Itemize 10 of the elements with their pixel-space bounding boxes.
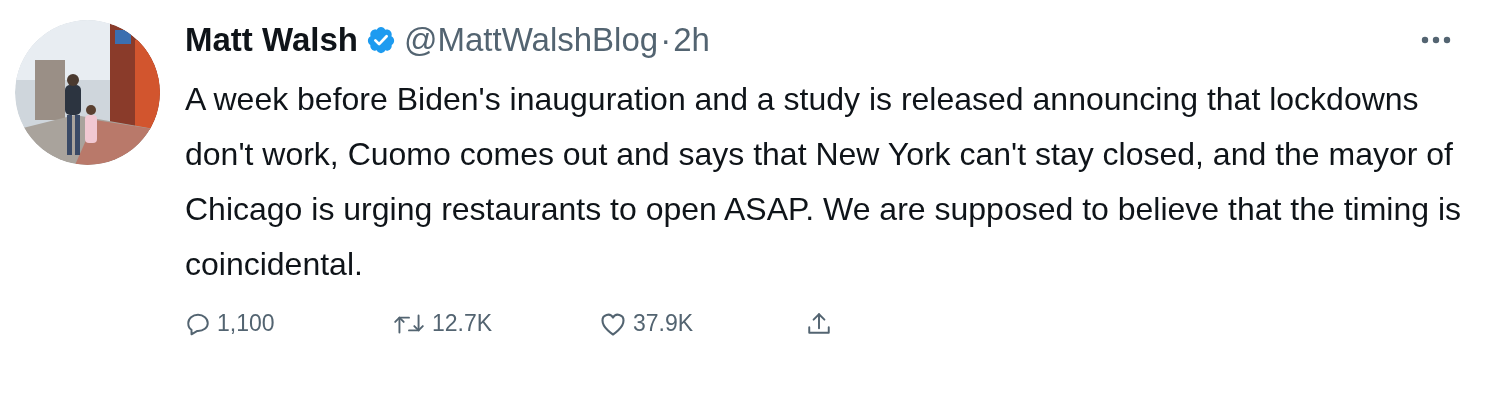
author-handle[interactable]: @MattWalshBlog xyxy=(403,21,659,59)
tweet-text: A week before Biden's inauguration and a study is released announcing that lockdowns don't work, Cuomo comes out and says that New York can't stay closed, and the mayor of Chicago is urging restaurants to open ASAP. We are supposed to believe that the timing is coincidental. xyxy=(185,80,1463,284)
share-icon xyxy=(806,310,832,337)
separator: · xyxy=(660,21,672,59)
timestamp[interactable]: 2h xyxy=(673,21,710,59)
author-name[interactable]: Matt Walsh xyxy=(185,21,358,59)
more-options-icon[interactable] xyxy=(1421,36,1451,44)
retweet-button[interactable]: 12.7K xyxy=(392,310,599,337)
like-button[interactable]: 37.9K xyxy=(599,310,806,337)
reply-button[interactable]: 1,100 xyxy=(185,310,392,337)
